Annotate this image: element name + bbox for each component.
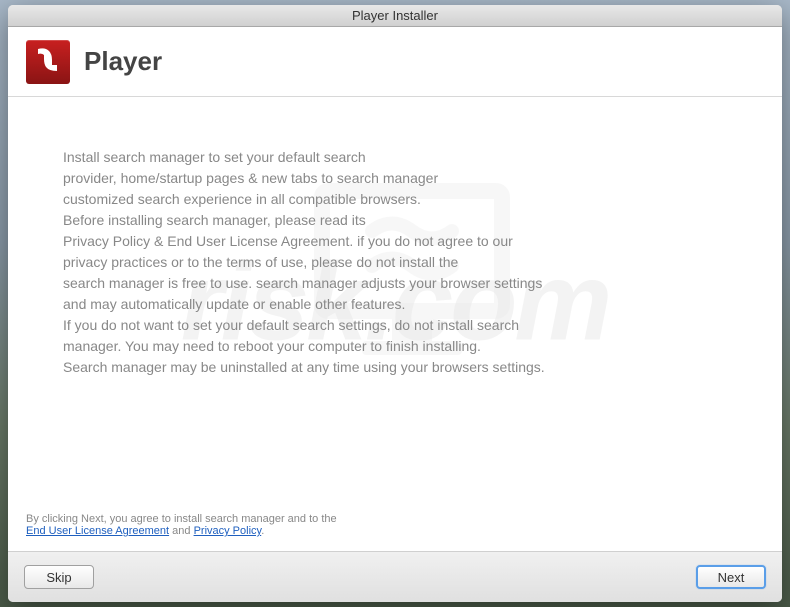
body-text: Install search manager to set your defau… <box>63 147 727 378</box>
body-line: Privacy Policy & End User License Agreem… <box>63 231 727 252</box>
window-title: Player Installer <box>352 8 438 23</box>
titlebar: Player Installer <box>8 5 782 27</box>
footer-and: and <box>169 525 193 537</box>
header: Player <box>8 27 782 97</box>
body-line: customized search experience in all comp… <box>63 189 727 210</box>
footer-disclaimer: By clicking Next, you agree to install s… <box>8 507 782 552</box>
body-line: and may automatically update or enable o… <box>63 294 727 315</box>
content-area: risk.com Install search manager to set y… <box>8 97 782 507</box>
body-line: manager. You may need to reboot your com… <box>63 336 727 357</box>
installer-window: Player Installer Player risk.com Install… <box>8 5 782 602</box>
button-bar: Skip Next <box>8 552 782 602</box>
header-title: Player <box>84 46 162 77</box>
footer-suffix: . <box>261 525 264 537</box>
body-line: privacy practices or to the terms of use… <box>63 252 727 273</box>
body-line: provider, home/startup pages & new tabs … <box>63 168 727 189</box>
body-line: search manager is free to use. search ma… <box>63 273 727 294</box>
body-line: Install search manager to set your defau… <box>63 147 727 168</box>
privacy-policy-link[interactable]: Privacy Policy <box>194 525 262 537</box>
next-button[interactable]: Next <box>696 565 766 589</box>
footer-prefix: By clicking Next, you agree to install s… <box>26 513 337 525</box>
body-line: Before installing search manager, please… <box>63 210 727 231</box>
skip-button[interactable]: Skip <box>24 565 94 589</box>
body-line: If you do not want to set your default s… <box>63 315 727 336</box>
flash-player-icon <box>26 40 70 84</box>
body-line: Search manager may be uninstalled at any… <box>63 357 727 378</box>
eula-link[interactable]: End User License Agreement <box>26 525 169 537</box>
